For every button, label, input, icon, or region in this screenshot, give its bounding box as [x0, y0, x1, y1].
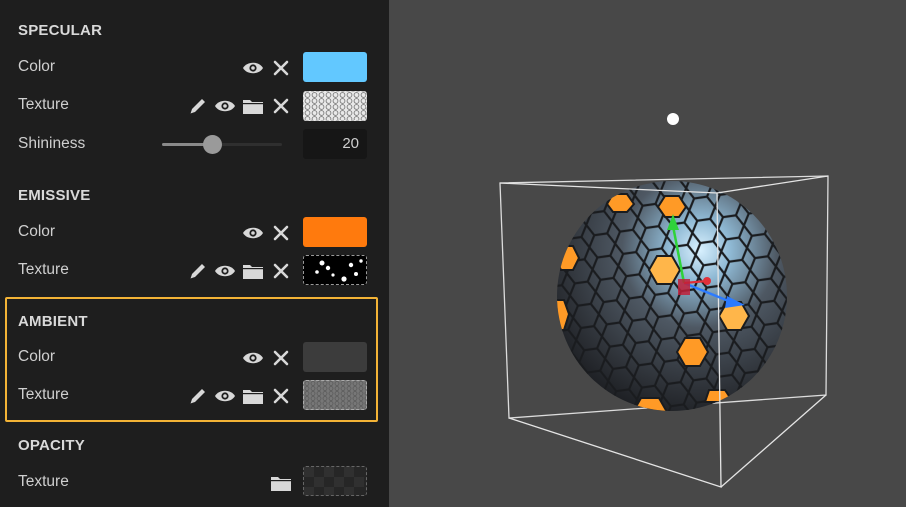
- shininess-slider[interactable]: [162, 135, 282, 154]
- material-properties-panel: SPECULAR Color Texture Shininess 20 EMIS…: [0, 0, 389, 507]
- folder-icon[interactable]: [242, 386, 264, 406]
- close-icon[interactable]: [270, 386, 292, 406]
- folder-icon[interactable]: [242, 261, 264, 281]
- close-icon[interactable]: [270, 96, 292, 116]
- ambient-texture-thumbnail[interactable]: [303, 380, 367, 410]
- ambient-texture-label: Texture: [18, 386, 69, 403]
- eye-icon[interactable]: [214, 96, 236, 116]
- eye-icon[interactable]: [214, 386, 236, 406]
- pencil-icon[interactable]: [187, 261, 209, 281]
- shininess-value-field[interactable]: 20: [303, 129, 367, 159]
- opacity-texture-placeholder[interactable]: [303, 466, 367, 496]
- specular-color-label: Color: [18, 58, 56, 75]
- shininess-label: Shininess: [18, 135, 86, 152]
- eye-icon[interactable]: [242, 58, 264, 78]
- close-icon[interactable]: [270, 261, 292, 281]
- emissive-color-swatch[interactable]: [303, 217, 367, 247]
- ambient-color-swatch[interactable]: [303, 342, 367, 372]
- close-icon[interactable]: [270, 223, 292, 243]
- shininess-slider-thumb[interactable]: [203, 135, 223, 154]
- emissive-texture-label: Texture: [18, 261, 69, 278]
- light-gizmo[interactable]: [667, 113, 679, 125]
- specular-color-swatch[interactable]: [303, 52, 367, 82]
- specular-texture-label: Texture: [18, 96, 69, 113]
- viewport-scene: [499, 113, 829, 488]
- close-icon[interactable]: [270, 58, 292, 78]
- eye-icon[interactable]: [242, 223, 264, 243]
- close-icon[interactable]: [270, 348, 292, 368]
- pencil-icon[interactable]: [187, 386, 209, 406]
- section-title-emissive: EMISSIVE: [18, 187, 91, 204]
- section-title-specular: SPECULAR: [18, 22, 103, 39]
- folder-icon[interactable]: [270, 473, 292, 493]
- section-title-opacity: OPACITY: [18, 437, 85, 454]
- section-title-ambient: AMBIENT: [18, 313, 88, 330]
- eye-icon[interactable]: [214, 261, 236, 281]
- specular-texture-thumbnail[interactable]: [303, 91, 367, 121]
- ambient-color-label: Color: [18, 348, 56, 365]
- emissive-texture-thumbnail[interactable]: [303, 255, 367, 285]
- sphere-mesh[interactable]: [533, 154, 815, 436]
- pencil-icon[interactable]: [187, 96, 209, 116]
- emissive-color-label: Color: [18, 223, 56, 240]
- eye-icon[interactable]: [242, 348, 264, 368]
- folder-icon[interactable]: [242, 96, 264, 116]
- opacity-texture-label: Texture: [18, 473, 69, 490]
- 3d-viewport[interactable]: [389, 0, 906, 507]
